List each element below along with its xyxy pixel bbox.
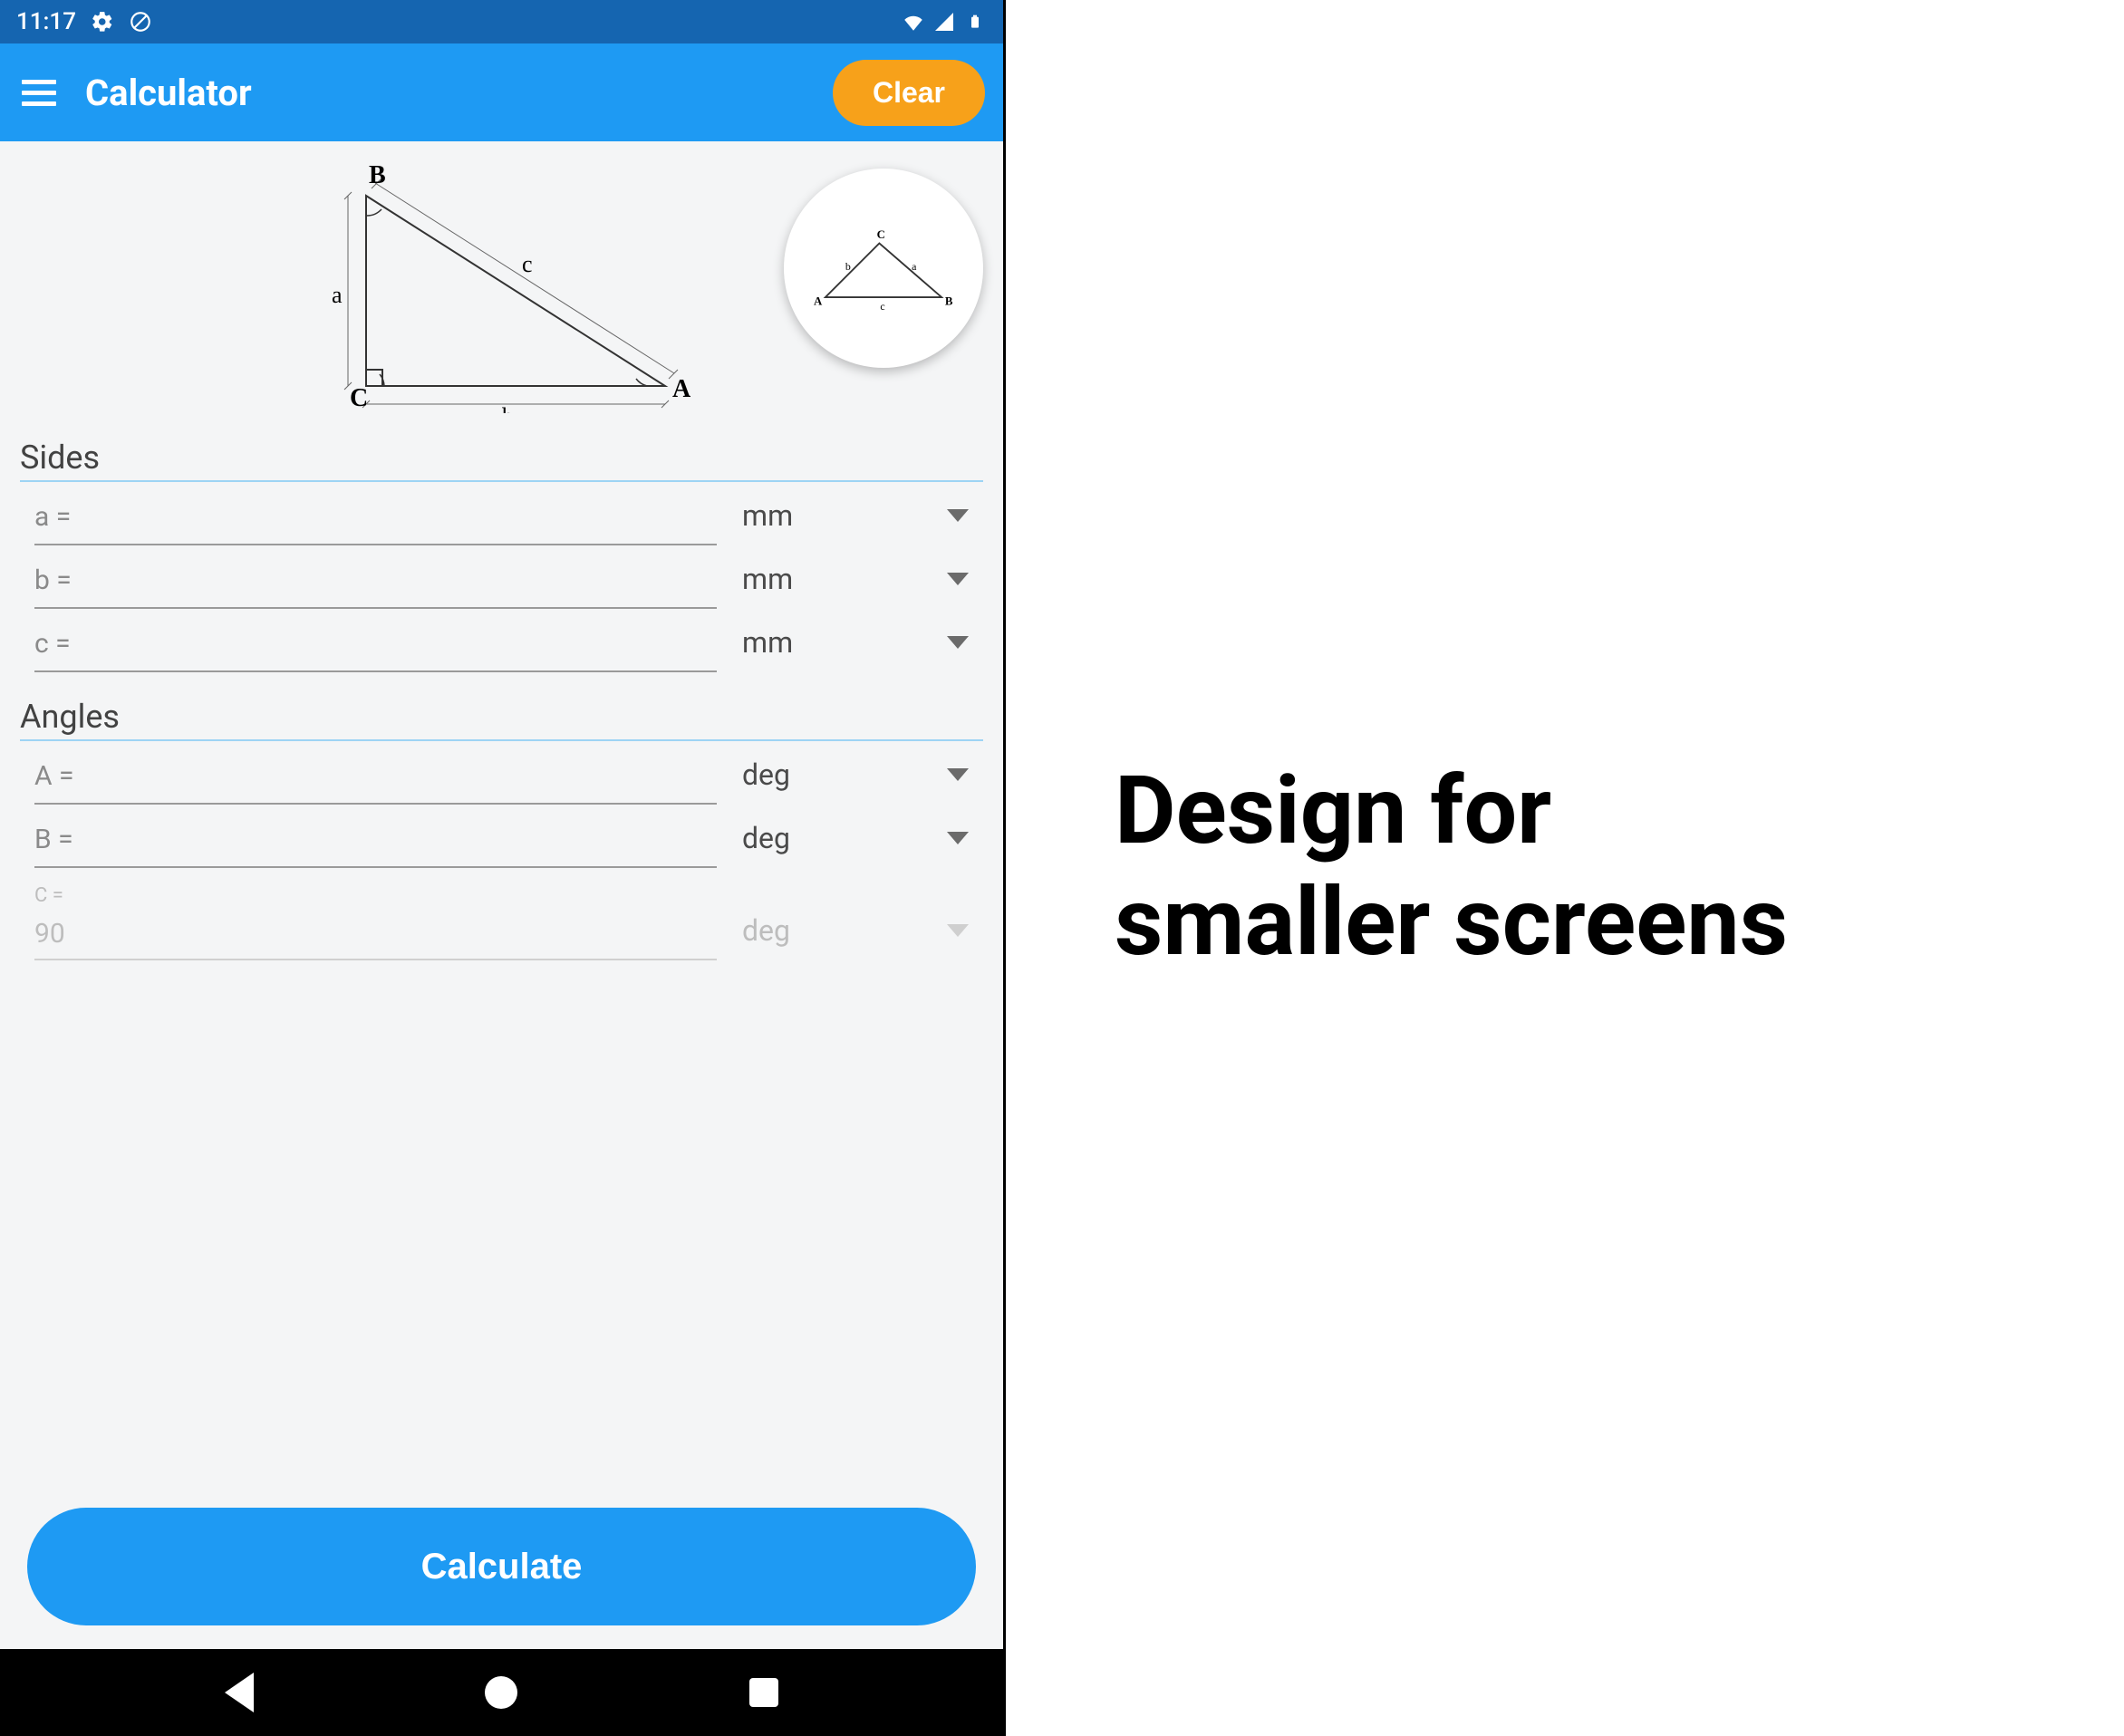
field-row-b: b = mm xyxy=(20,545,983,609)
field-row-C: C = 90 deg xyxy=(20,868,983,960)
unit-select-b[interactable]: mm xyxy=(742,562,969,609)
field-row-B: B = deg xyxy=(20,805,983,868)
calculate-button[interactable]: Calculate xyxy=(27,1508,976,1625)
svg-text:B: B xyxy=(369,161,386,189)
chevron-down-icon xyxy=(947,832,969,844)
svg-text:C: C xyxy=(350,384,368,412)
content: B C A a b c A B C a b c xyxy=(0,141,1003,1649)
svg-text:A: A xyxy=(672,375,691,403)
triangle-alt-button[interactable]: A B C a b c xyxy=(784,169,983,368)
statusbar: 11:17 xyxy=(0,0,1003,43)
input-c[interactable]: c = xyxy=(34,628,717,672)
chevron-down-icon xyxy=(947,768,969,781)
nav-back-icon[interactable] xyxy=(225,1673,254,1712)
unit-select-A[interactable]: deg xyxy=(742,757,969,805)
nav-home-icon[interactable] xyxy=(485,1676,517,1709)
svg-text:C: C xyxy=(877,228,885,241)
unit-select-a[interactable]: mm xyxy=(742,498,969,545)
android-navbar xyxy=(0,1649,1003,1736)
statusbar-time: 11:17 xyxy=(16,8,76,35)
no-icon xyxy=(129,10,152,34)
wifi-icon xyxy=(902,10,925,34)
phone-frame: 11:17 Calculator Clear xyxy=(0,0,1006,1736)
svg-text:c: c xyxy=(880,300,884,313)
chevron-down-icon xyxy=(947,636,969,649)
appbar: Calculator Clear xyxy=(0,43,1003,141)
input-A[interactable]: A = xyxy=(34,760,717,805)
section-sides: Sides xyxy=(20,439,983,482)
chevron-down-icon xyxy=(947,509,969,522)
input-B[interactable]: B = xyxy=(34,824,717,868)
svg-text:b: b xyxy=(502,403,514,413)
svg-text:A: A xyxy=(814,294,823,307)
nav-recent-icon[interactable] xyxy=(749,1678,778,1707)
chevron-down-icon xyxy=(947,573,969,585)
svg-text:a: a xyxy=(332,282,343,308)
section-angles: Angles xyxy=(20,698,983,741)
slide-text-panel: Design for smaller screens xyxy=(1006,0,2124,1736)
gear-icon xyxy=(91,10,114,34)
slide-heading: Design for smaller screens xyxy=(1115,757,1788,979)
app-title: Calculator xyxy=(85,72,804,114)
unit-select-c[interactable]: mm xyxy=(742,625,969,672)
chevron-down-icon xyxy=(947,924,969,937)
unit-select-C: deg xyxy=(742,913,969,960)
field-row-a: a = mm xyxy=(20,482,983,545)
input-a[interactable]: a = xyxy=(34,501,717,545)
svg-text:a: a xyxy=(912,260,917,273)
svg-text:c: c xyxy=(522,251,533,277)
battery-icon xyxy=(963,10,987,34)
input-C: C = 90 xyxy=(34,884,717,960)
unit-select-B[interactable]: deg xyxy=(742,821,969,868)
diagram-row: B C A a b c A B C a b c xyxy=(20,159,983,431)
triangle-main-diagram: B C A a b c xyxy=(312,159,692,413)
input-b[interactable]: b = xyxy=(34,564,717,609)
menu-icon[interactable] xyxy=(22,80,56,106)
signal-icon xyxy=(932,10,956,34)
svg-text:b: b xyxy=(845,260,851,273)
svg-text:B: B xyxy=(945,294,953,307)
field-row-A: A = deg xyxy=(20,741,983,805)
clear-button[interactable]: Clear xyxy=(833,60,985,126)
field-row-c: c = mm xyxy=(20,609,983,672)
